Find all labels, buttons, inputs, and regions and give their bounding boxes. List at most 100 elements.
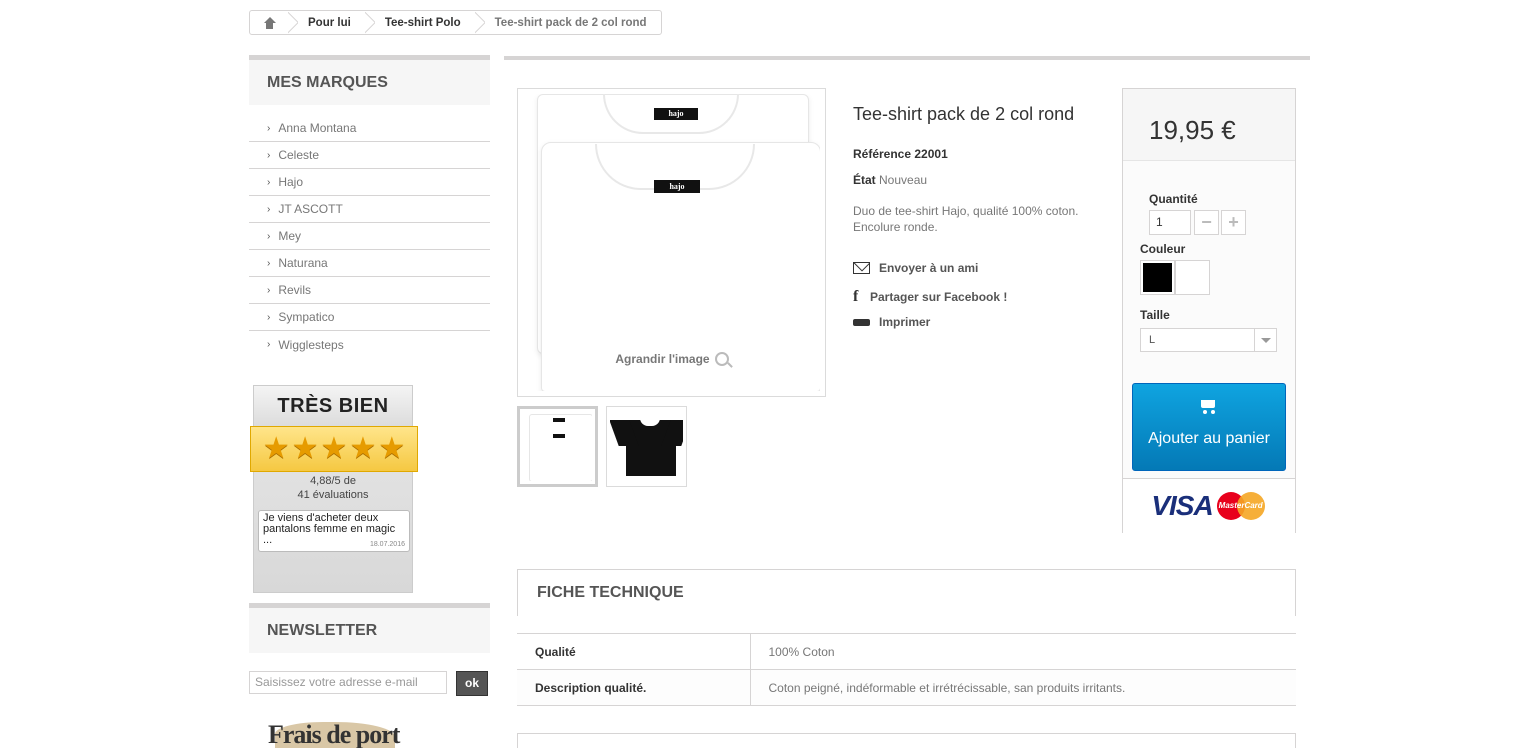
fiche-technique-table: Qualité 100% Coton Description qualité. … (517, 633, 1296, 706)
star-icon: ★ (291, 432, 319, 465)
brand-label: Revils (278, 283, 312, 297)
chevron-right-icon: › (267, 230, 271, 242)
table-row: Description qualité. Coton peigné, indéf… (517, 669, 1296, 706)
color-swatch-white[interactable] (1175, 260, 1210, 295)
thumbnail-white[interactable] (517, 406, 598, 487)
fiche-value: Coton peigné, indéformable et irrétrécis… (750, 669, 1296, 706)
reference-label: Référence (853, 147, 912, 161)
thumb-white-shirt (529, 414, 592, 481)
chevron-right-icon: › (267, 284, 271, 296)
brand-link[interactable]: › Anna Montana (249, 115, 490, 142)
next-section-block (517, 733, 1296, 748)
star-icon: ★ (378, 432, 406, 465)
brands-list: › Anna Montana › Celeste › Hajo › JT ASCOTT … (249, 115, 490, 358)
zoom-in-icon (714, 351, 729, 366)
breadcrumb-home[interactable] (250, 11, 288, 34)
brand-label: Mey (278, 229, 302, 243)
brand-label: Wigglesteps (278, 337, 344, 352)
brand-label: Hajo (278, 175, 304, 189)
rating-score-line2: 41 évaluations (297, 489, 369, 501)
content-top-divider (504, 56, 1310, 60)
print-link[interactable]: Imprimer (853, 315, 931, 331)
condition-label: État (853, 173, 876, 187)
rating-widget[interactable]: TRÈS BIEN ★ ★ ★ ★ ★ 4,88/5 de 41 évaluat… (250, 385, 418, 593)
star-icon: ★ (320, 432, 348, 465)
brand-link[interactable]: › Naturana (249, 250, 490, 277)
brand-link[interactable]: › Mey (249, 223, 490, 250)
newsletter-submit-button[interactable]: ok (456, 671, 488, 696)
thumb-white-tag (553, 418, 565, 422)
product-description: Duo de tee-shirt Hajo, qualité 100% coto… (853, 204, 1079, 234)
minus-icon: − (1201, 212, 1212, 232)
brand-label: Naturana (278, 256, 328, 270)
brand-label: Anna Montana (278, 121, 357, 135)
print-label: Imprimer (879, 315, 931, 329)
breadcrumb-item-tee-shirt-polo[interactable]: Tee-shirt Polo (375, 11, 475, 34)
rating-score: 4,88/5 de 41 évaluations (254, 474, 412, 502)
star-icon: ★ (349, 432, 377, 465)
product-reference: Référence 22001 (853, 147, 948, 161)
envelope-icon (853, 262, 870, 274)
chevron-right-icon: › (267, 311, 271, 323)
send-to-friend-link[interactable]: Envoyer à un ami (853, 261, 978, 275)
fiche-value: 100% Coton (750, 633, 1296, 670)
shirt-back-tag: hajo (654, 108, 698, 120)
fiche-key: Qualité (517, 633, 751, 670)
brand-link[interactable]: › Celeste (249, 142, 490, 169)
add-to-cart-label: Ajouter au panier (1148, 430, 1270, 447)
breadcrumb-item-current: Tee-shirt pack de 2 col rond (494, 16, 647, 29)
breadcrumb-separator (288, 11, 298, 34)
visa-logo: VISA (1151, 490, 1213, 521)
size-label: Taille (1140, 308, 1170, 322)
rating-review: Je viens d'acheter deux pantalons femme … (258, 510, 410, 552)
brands-block-title[interactable]: MES MARQUES (249, 55, 490, 105)
condition-value: Nouveau (879, 173, 928, 187)
newsletter-email-input[interactable]: Saisissez votre adresse e-mail (249, 671, 447, 694)
mastercard-text: MasterCard (1218, 501, 1263, 510)
shipping-promo-text: Frais de port (268, 720, 400, 748)
rating-stars: ★ ★ ★ ★ ★ (250, 426, 418, 472)
chevron-right-icon: › (267, 203, 271, 215)
breadcrumb-item-pour-lui[interactable]: Pour lui (298, 11, 365, 34)
plus-icon: + (1228, 212, 1239, 232)
rating-score-line1: 4,88/5 de (310, 475, 356, 487)
size-select[interactable]: L (1140, 328, 1277, 352)
brand-link[interactable]: › Wigglesteps (249, 331, 490, 358)
product-condition: État Nouveau (853, 173, 927, 187)
payment-logos: VISA MasterCard (1123, 478, 1295, 533)
newsletter-title: NEWSLETTER (249, 603, 490, 653)
share-facebook-link[interactable]: f Partager sur Facebook ! (853, 288, 1007, 306)
product-title: Tee-shirt pack de 2 col rond (853, 104, 1075, 124)
shipping-promo-banner[interactable]: Frais de port (265, 718, 405, 748)
share-facebook-label: Partager sur Facebook ! (870, 290, 1008, 304)
review-date: 18.07.2016 (369, 541, 405, 548)
chevron-right-icon: › (267, 176, 271, 188)
send-to-friend-label: Envoyer à un ami (879, 261, 979, 275)
star-icon: ★ (262, 432, 290, 465)
enlarge-image-button[interactable]: Agrandir l'image (611, 339, 733, 378)
quantity-input[interactable]: 1 (1149, 210, 1191, 235)
brand-link[interactable]: › Revils (249, 277, 490, 304)
buy-box: 19,95 € Quantité 1 − + Couleur Taille L … (1122, 88, 1296, 533)
breadcrumb-separator (365, 11, 375, 34)
brand-link[interactable]: › JT ASCOTT (249, 196, 490, 223)
thumbnail-black-image (610, 410, 683, 483)
brand-link[interactable]: › Sympatico (249, 304, 490, 331)
chevron-right-icon: › (267, 339, 271, 350)
fiche-key: Description qualité. (517, 669, 751, 706)
quantity-increase-button[interactable]: + (1221, 210, 1246, 235)
color-swatch-black[interactable] (1140, 260, 1175, 295)
shirt-front-tag: hajo (654, 180, 700, 193)
chevron-down-icon (1254, 329, 1276, 351)
quantity-decrease-button[interactable]: − (1194, 210, 1219, 235)
thumbnail-black[interactable] (606, 406, 687, 487)
thumbnail-white-image (523, 412, 592, 481)
fiche-technique-title: FICHE TECHNIQUE (517, 569, 1296, 616)
breadcrumb: Pour lui Tee-shirt Polo Tee-shirt pack d… (249, 10, 662, 35)
cart-icon (1199, 398, 1219, 416)
mastercard-logo: MasterCard (1215, 490, 1267, 522)
breadcrumb-separator (475, 11, 485, 34)
brand-label: Sympatico (278, 310, 335, 324)
add-to-cart-button[interactable]: Ajouter au panier (1132, 383, 1286, 471)
brand-link[interactable]: › Hajo (249, 169, 490, 196)
